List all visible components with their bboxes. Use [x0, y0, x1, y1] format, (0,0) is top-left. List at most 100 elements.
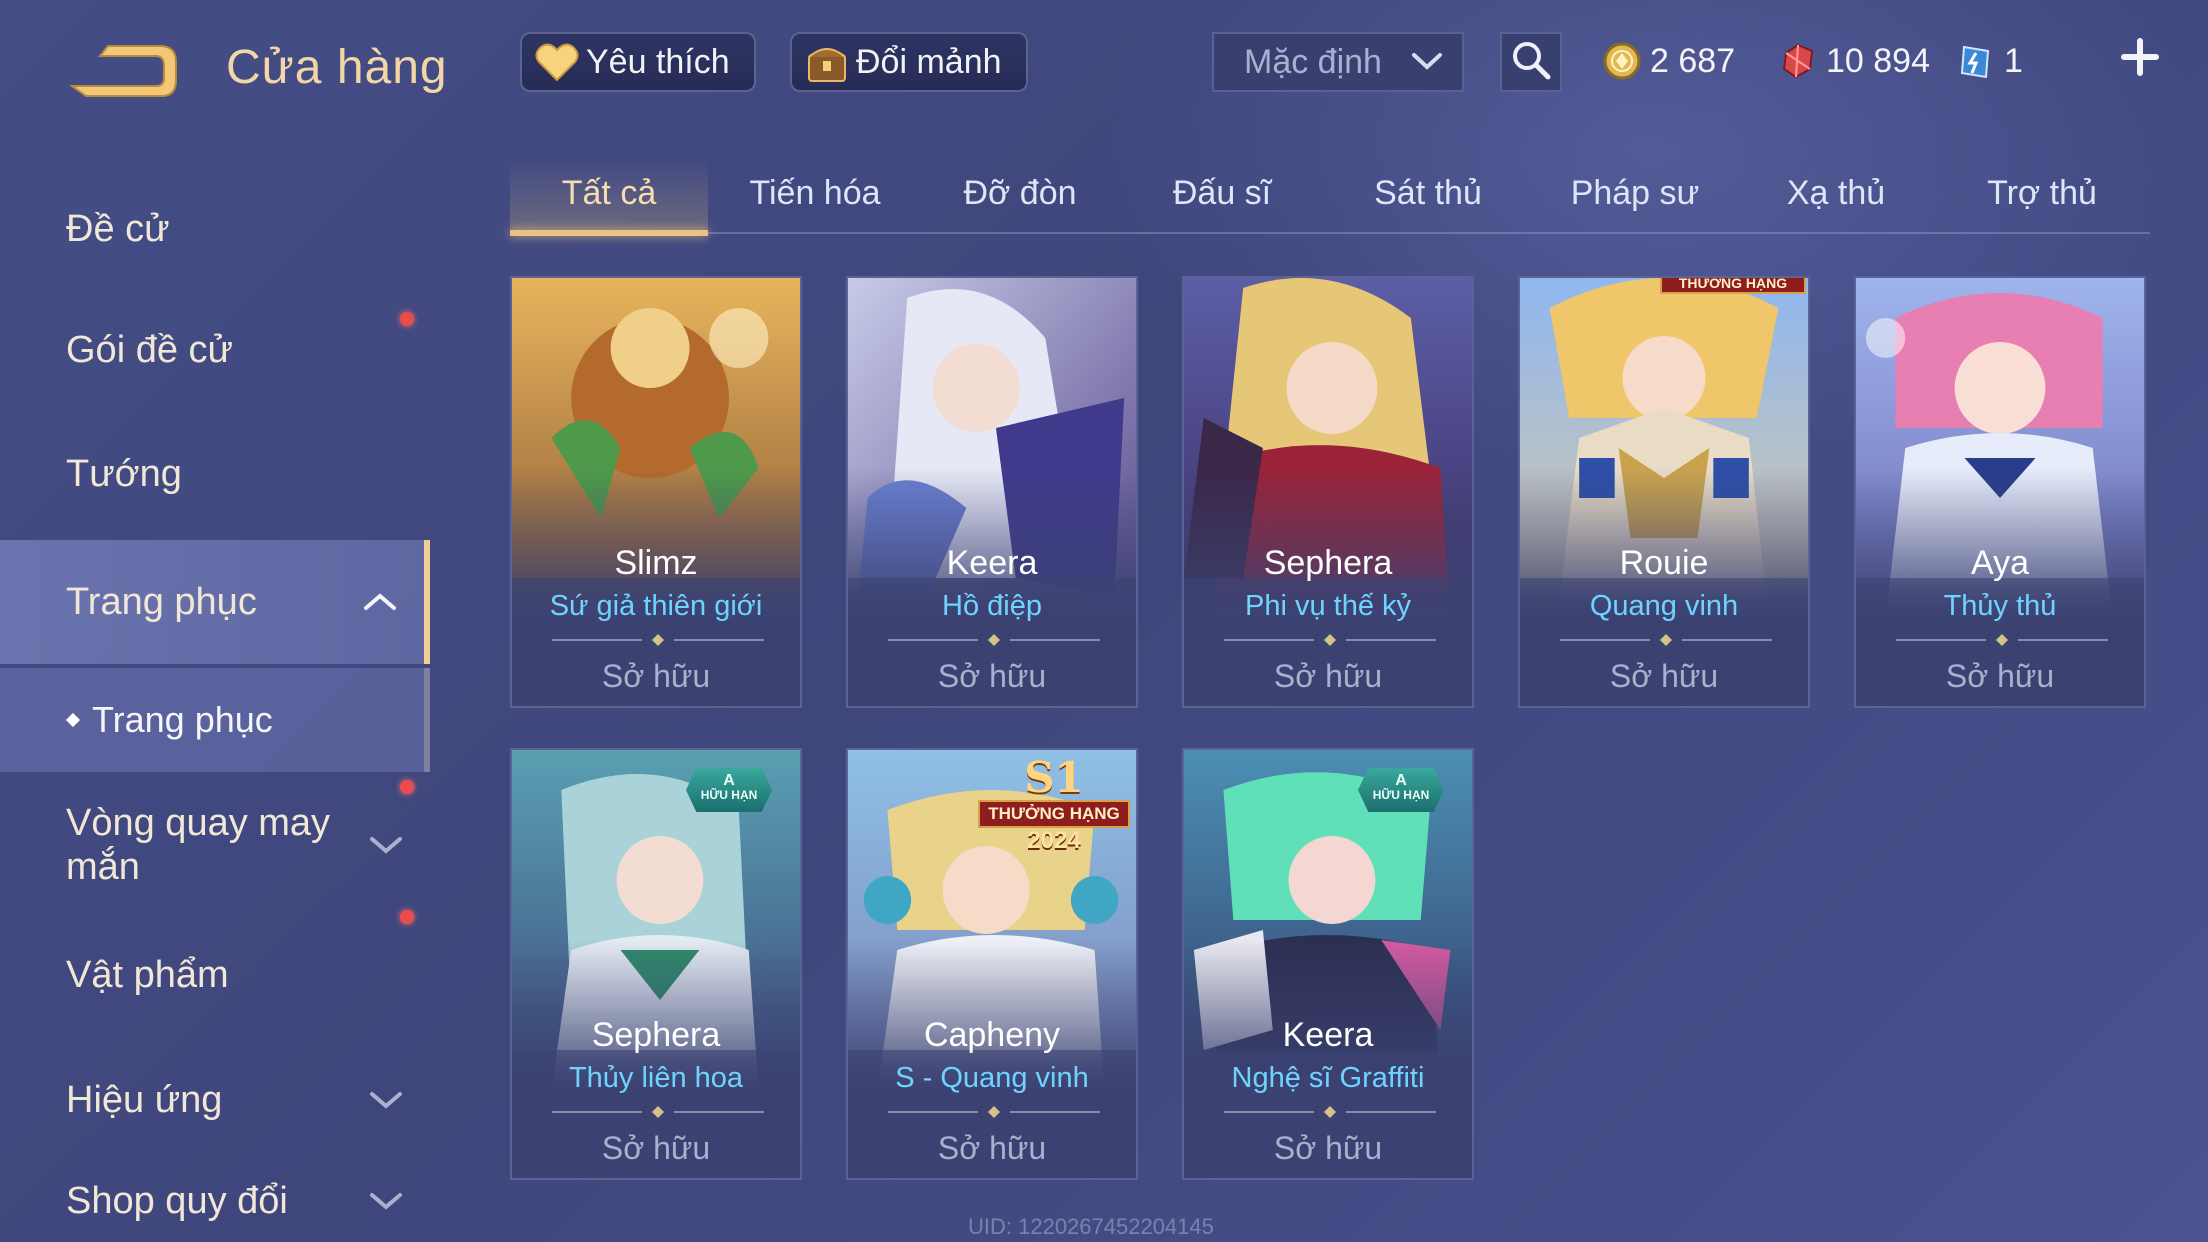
- sidebar-item-label: Tướng: [66, 452, 182, 495]
- owned-status: Sở hữu: [1609, 658, 1719, 694]
- trade-fragments-button[interactable]: Đổi mảnh: [790, 32, 1028, 92]
- badge-grade: A: [1395, 772, 1407, 789]
- ornament-divider: [1896, 634, 2108, 646]
- treasure-chest-icon: [802, 38, 852, 86]
- sidebar-subitem-skins[interactable]: Trang phục: [0, 668, 430, 772]
- ruby-currency: 10 894: [1778, 36, 1930, 86]
- season-year: 2024: [1027, 827, 1081, 854]
- user-id-watermark: UID: 1220267452204145: [968, 1214, 1214, 1239]
- sidebar-item-label: Vòng quay may mắn: [66, 802, 331, 888]
- skin-card[interactable]: Slimz Sứ giả thiên giới Sở hữu: [510, 276, 802, 708]
- search-button[interactable]: [1500, 32, 1562, 92]
- sidebar-item-items[interactable]: Vật phẩm: [0, 910, 430, 1040]
- sidebar-item-lucky-spin[interactable]: Vòng quay may mắn: [0, 780, 430, 910]
- sidebar-item-featured-bundles[interactable]: Gói đề cử: [0, 288, 430, 412]
- sidebar-item-effects[interactable]: Hiệu ứng: [0, 1040, 430, 1160]
- tab-mage[interactable]: Pháp sư: [1530, 174, 1740, 230]
- skin-card[interactable]: THƯỞNG HẠNG Rouie Quang vinh Sở hữu: [1518, 276, 1810, 708]
- skin-card[interactable]: Keera Hồ điệp Sở hữu: [846, 276, 1138, 708]
- skin-name: Quang vinh: [1589, 590, 1739, 622]
- add-currency-button[interactable]: [2118, 34, 2162, 84]
- search-icon: [1510, 39, 1552, 86]
- ranked-reward-label: THƯỞNG HẠNG: [978, 800, 1130, 828]
- sidebar-item-label: Gói đề cử: [66, 328, 233, 371]
- limited-grade-badge: A HỮU HẠN: [1358, 768, 1444, 812]
- sidebar-item-label: Trang phục: [66, 580, 257, 623]
- badge-grade: A: [723, 772, 735, 789]
- back-button[interactable]: [64, 36, 180, 106]
- tab-assassin[interactable]: Sát thủ: [1328, 174, 1528, 230]
- owned-status: Sở hữu: [937, 1130, 1047, 1166]
- owned-status: Sở hữu: [1945, 658, 2055, 694]
- voucher-amount: 1: [2004, 41, 2023, 80]
- badge-text: HỮU HẠN: [700, 788, 758, 802]
- hero-name: Aya: [1971, 544, 2029, 582]
- sidebar-item-label: Shop quy đổi: [66, 1179, 288, 1222]
- favorites-button[interactable]: Yêu thích: [520, 32, 756, 92]
- sidebar-subitem-label: Trang phục: [92, 699, 273, 740]
- sidebar-item-label: Đề cử: [66, 207, 170, 250]
- skin-name: S - Quang vinh: [895, 1062, 1089, 1094]
- chevron-down-icon: [1410, 43, 1444, 82]
- skin-card[interactable]: S1 THƯỞNG HẠNG 2024 Capheny S - Quang vi…: [846, 748, 1138, 1180]
- ranked-reward-badge: THƯỞNG HẠNG: [1660, 278, 1806, 294]
- category-sidebar: Đề cử Gói đề cử Tướng Trang phục Trang p…: [0, 170, 432, 1242]
- tab-marksman[interactable]: Xạ thủ: [1736, 174, 1936, 230]
- top-bar: Cửa hàng Yêu thích Đổi mảnh Mặc định 2 6…: [0, 0, 2208, 130]
- owned-status: Sở hữu: [601, 658, 711, 694]
- sidebar-item-exchange-shop[interactable]: Shop quy đổi: [0, 1160, 430, 1242]
- hero-name: Keera: [946, 544, 1038, 582]
- active-tab-underline: [510, 230, 708, 236]
- gold-amount: 2 687: [1650, 41, 1736, 80]
- sidebar-item-featured[interactable]: Đề cử: [0, 170, 430, 288]
- season-label: S1: [1024, 753, 1084, 802]
- skin-name: Phi vụ thế kỷ: [1244, 590, 1412, 622]
- skin-name: Thủy liên hoa: [568, 1062, 744, 1094]
- hero-name: Capheny: [923, 1016, 1061, 1054]
- sort-value: Mặc định: [1244, 42, 1382, 81]
- hero-name: Keera: [1282, 1016, 1374, 1054]
- skin-name: Sứ giả thiên giới: [549, 590, 763, 622]
- ruby-amount: 10 894: [1826, 41, 1930, 80]
- ornament-divider: [888, 1106, 1100, 1118]
- sidebar-item-heroes[interactable]: Tướng: [0, 412, 430, 536]
- skin-card[interactable]: A HỮU HẠN Keera Nghệ sĩ Graffiti Sở hữu: [1182, 748, 1474, 1180]
- chevron-down-icon: [368, 823, 404, 867]
- page-title: Cửa hàng: [226, 41, 448, 94]
- favorites-label: Yêu thích: [586, 42, 730, 81]
- season-rank-badge: S1 THƯỞNG HẠNG 2024: [978, 753, 1130, 854]
- sort-dropdown[interactable]: Mặc định: [1212, 32, 1464, 92]
- sidebar-item-label: Vật phẩm: [66, 953, 229, 996]
- sidebar-item-label: Hiệu ứng: [66, 1078, 223, 1121]
- chevron-up-icon: [362, 581, 398, 624]
- chevron-down-icon: [368, 1079, 404, 1122]
- gold-coin-icon: [1602, 41, 1642, 81]
- back-arrow-icon: [68, 45, 177, 97]
- hero-name: Rouie: [1619, 544, 1709, 582]
- badge-text: HỮU HẠN: [1372, 788, 1430, 802]
- skin-card[interactable]: A HỮU HẠN Sephera Thủy liên hoa Sở hữu: [510, 748, 802, 1180]
- ornament-divider: [552, 1106, 764, 1118]
- skin-card[interactable]: Aya Thủy thủ Sở hữu: [1854, 276, 2146, 708]
- owned-status: Sở hữu: [1273, 658, 1383, 694]
- plus-icon: [2120, 37, 2160, 82]
- tab-tank[interactable]: Đỡ đòn: [920, 174, 1120, 230]
- ruby-gem-icon: [1778, 41, 1818, 81]
- trade-fragments-label: Đổi mảnh: [856, 42, 1002, 81]
- role-filter-tabs: Tất cả Tiến hóa Đỡ đòn Đấu sĩ Sát thủ Ph…: [510, 160, 2150, 236]
- notification-dot: [400, 312, 414, 326]
- heart-icon: [532, 38, 582, 86]
- owned-status: Sở hữu: [1273, 1130, 1383, 1166]
- tab-support[interactable]: Trợ thủ: [1942, 174, 2142, 230]
- sidebar-item-skins[interactable]: Trang phục: [0, 540, 430, 664]
- owned-status: Sở hữu: [601, 1130, 711, 1166]
- tab-all[interactable]: Tất cả: [510, 174, 708, 230]
- skin-card[interactable]: Sephera Phi vụ thế kỷ Sở hữu: [1182, 276, 1474, 708]
- hero-name: Sephera: [1263, 544, 1393, 582]
- diamond-bullet-icon: [65, 712, 81, 728]
- tab-fighter[interactable]: Đấu sĩ: [1122, 174, 1322, 230]
- limited-grade-badge: A HỮU HẠN: [686, 768, 772, 812]
- ornament-divider: [1560, 634, 1772, 646]
- ornament-divider: [888, 634, 1100, 646]
- tab-evolution[interactable]: Tiến hóa: [710, 174, 920, 230]
